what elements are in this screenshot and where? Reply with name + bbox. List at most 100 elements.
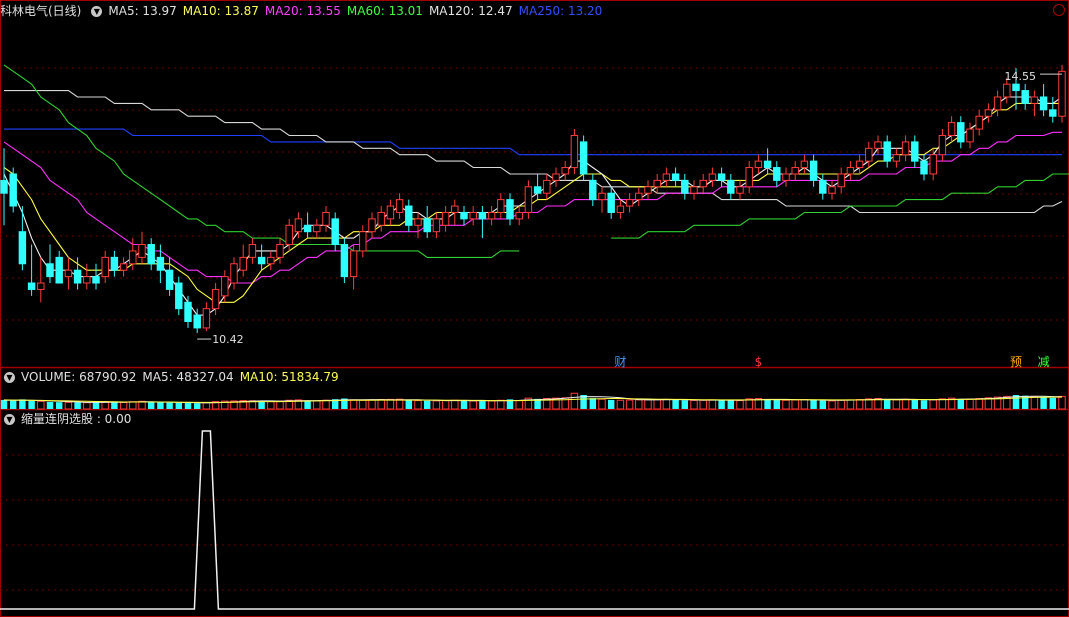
candle-body [441,211,450,226]
volume-bar [837,399,845,410]
volume-bar [55,402,63,409]
candle-body [837,173,845,188]
candle-body [175,282,183,310]
volume-bar [607,399,615,409]
candle-body [533,186,542,194]
candle-body [763,160,772,169]
candle-body [957,122,965,143]
volume-bar [810,399,817,409]
candle-body [147,244,155,265]
volume-bar [846,399,855,410]
candle-body [1021,90,1029,104]
volume-bar [377,399,385,410]
candle-body [9,173,17,207]
chart-canvas[interactable]: 14.55 10.42 财 $ 预 减 [0,0,1069,617]
volume-bar [497,399,505,410]
volume-bar [368,399,376,410]
ma10-line [3,102,1062,303]
candle-body [506,199,514,220]
volume-bar [727,400,735,409]
candle-body [322,211,330,226]
candle-body [690,186,698,194]
candle-body [101,256,109,278]
volume-bar [966,398,974,410]
volume-bar [718,400,725,409]
volume-bar [892,399,901,410]
volume-bar [625,399,634,410]
candle-body [911,141,919,162]
volume-bar [386,398,395,410]
volume-bar [37,400,45,410]
candle-body [745,167,753,188]
volume-bar [681,400,689,409]
candle-body [1039,96,1048,111]
candle-body [616,205,625,213]
volume-bar [782,399,790,410]
volume-bar [64,401,73,410]
candle-body [184,301,192,323]
volume-bar [469,400,477,410]
volume-bar [708,399,717,410]
candle-body [515,211,523,220]
candle-body [589,179,597,201]
candle-body [855,160,864,169]
volume-bar [819,400,827,409]
candle-body [469,211,477,220]
volume-bar [662,398,671,410]
candle-body [497,199,505,213]
volume-bar [764,399,771,409]
candle-body [653,179,661,188]
event-marker: 预 [1010,355,1022,369]
candle-body [1049,109,1057,117]
candle-body [598,192,606,201]
volume-bar [184,403,192,409]
candle-body [570,134,579,169]
candle-body [368,218,376,233]
volume-bar [911,399,919,409]
volume-bar [773,399,781,409]
volume-bar [800,399,809,410]
candle-body [386,205,395,220]
volume-bar [957,398,965,409]
volume-bar [304,400,311,409]
volume-bar [0,399,8,409]
candle-body [129,250,137,265]
candle-body [662,173,671,181]
candle-body [460,211,468,220]
volume-bar [166,402,173,409]
candle-body [874,141,882,149]
candle-body [552,173,560,181]
candle-body [754,160,763,169]
candle-body [625,199,634,207]
candle-body [819,179,827,194]
candle-body [1003,83,1011,98]
candle-body [294,218,303,233]
volume-bar [441,400,450,410]
volume-bar [423,400,431,409]
candle-body [809,160,818,181]
candle-body [984,109,993,117]
candle-body [901,141,910,156]
candle-body [331,218,339,246]
volume-bar [74,402,81,409]
volume-bar [699,399,707,410]
candle-body [451,205,459,213]
candle-body [423,218,431,233]
volume-bar [9,400,17,409]
volume-bar [111,402,118,409]
volume-bar [175,402,183,409]
candle-body [202,308,211,329]
candle-body [303,224,312,233]
candle-body [267,256,275,265]
volume-bar [414,400,422,410]
candle-body [524,186,533,213]
volume-bar [570,392,579,410]
candle-body [892,154,901,162]
volume-bar [1049,397,1057,409]
candle-body [1030,96,1039,104]
candle-body [671,173,680,181]
candle-body [73,269,82,284]
candle-body [110,256,119,271]
candle-body [377,211,385,226]
volume-bar [147,402,155,409]
